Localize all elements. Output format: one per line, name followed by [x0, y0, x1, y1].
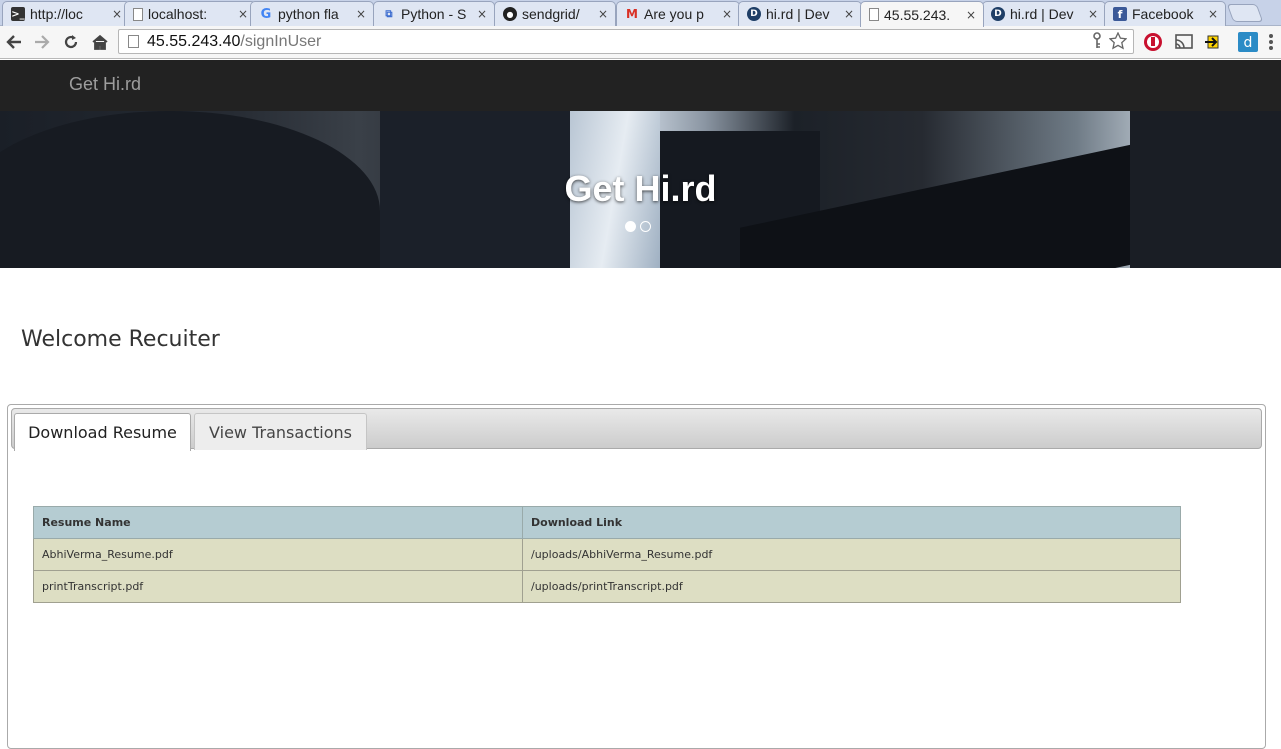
- browser-tab-title: 45.55.243.: [884, 6, 951, 23]
- table-row: printTranscript.pdf /uploads/printTransc…: [33, 570, 1181, 603]
- bookmark-star-icon[interactable]: [1108, 31, 1128, 54]
- close-icon[interactable]: ×: [597, 7, 609, 21]
- facebook-icon: f: [1113, 7, 1127, 21]
- stackoverflow-icon: ⧉: [385, 8, 393, 20]
- resume-name-cell: printTranscript.pdf: [33, 570, 523, 603]
- url-host: 45.55.243.40: [147, 32, 241, 50]
- google-icon: G: [260, 6, 272, 22]
- browser-tab[interactable]: G python fla ×: [250, 1, 374, 26]
- browser-tab[interactable]: f Facebook ×: [1104, 1, 1226, 26]
- devpost-icon: D: [991, 7, 1005, 21]
- browser-tab-title: hi.rd | Dev: [766, 6, 830, 22]
- table-row: AbhiVerma_Resume.pdf /uploads/AbhiVerma_…: [33, 538, 1181, 571]
- browser-tab-title: http://loc: [30, 6, 83, 22]
- signin-extension-icon[interactable]: [1204, 31, 1226, 53]
- gmail-icon: M: [626, 7, 638, 21]
- browser-tab[interactable]: ⧉ Python - S ×: [373, 1, 495, 26]
- page-icon: [128, 35, 139, 48]
- browser-tab-title: hi.rd | Dev: [1010, 6, 1074, 22]
- browser-tab-title: Are you p: [644, 6, 704, 22]
- close-icon[interactable]: ×: [237, 7, 249, 21]
- hero-title: Get Hi.rd: [564, 168, 717, 209]
- resume-name-cell: AbhiVerma_Resume.pdf: [33, 538, 523, 571]
- close-icon[interactable]: ×: [965, 8, 977, 22]
- close-icon[interactable]: ×: [721, 7, 733, 21]
- github-icon: ●: [503, 7, 517, 21]
- carousel-dot-1[interactable]: [625, 221, 636, 232]
- hero-carousel: Get Hi.rd: [0, 111, 1281, 268]
- column-header-download-link: Download Link: [522, 506, 1181, 539]
- tabs-header: Download Resume View Transactions: [11, 408, 1262, 451]
- browser-tab[interactable]: D hi.rd | Dev ×: [982, 1, 1106, 26]
- browser-tab-title: Python - S: [401, 6, 467, 22]
- table-header-row: Resume Name Download Link: [33, 506, 1181, 539]
- close-icon[interactable]: ×: [355, 7, 367, 21]
- tab-view-transactions[interactable]: View Transactions: [194, 413, 367, 450]
- tab-download-resume[interactable]: Download Resume: [14, 413, 191, 451]
- adblock-icon[interactable]: [1142, 31, 1164, 53]
- browser-tab-title: Facebook: [1132, 6, 1194, 22]
- browser-tab-active[interactable]: 45.55.243. ×: [860, 1, 984, 27]
- resume-table: Resume Name Download Link AbhiVerma_Resu…: [33, 506, 1181, 603]
- carousel-indicators: [625, 221, 651, 232]
- browser-tab[interactable]: M Are you p ×: [616, 1, 740, 26]
- browser-tab[interactable]: localhost: ×: [124, 1, 256, 26]
- download-link-cell[interactable]: /uploads/printTranscript.pdf: [522, 570, 1181, 603]
- close-icon[interactable]: ×: [1087, 7, 1099, 21]
- column-header-resume-name: Resume Name: [33, 506, 523, 539]
- page-icon: [869, 8, 879, 21]
- address-bar[interactable]: 45.55.243.40/signInUser: [118, 29, 1134, 54]
- delicious-d-icon[interactable]: d: [1237, 31, 1259, 53]
- terminal-icon: >_: [11, 7, 25, 21]
- carousel-dot-2[interactable]: [640, 221, 651, 232]
- browser-tab-title: localhost:: [148, 6, 208, 22]
- key-icon[interactable]: [1091, 32, 1103, 54]
- tabs-panel: Download Resume View Transactions Resume…: [7, 404, 1266, 749]
- devpost-icon: D: [747, 7, 761, 21]
- browser-toolbar: 45.55.243.40/signInUser d: [0, 26, 1281, 59]
- browser-tab-strip: >_ http://loc × localhost: × G python fl…: [0, 0, 1281, 27]
- close-icon[interactable]: ×: [111, 7, 123, 21]
- site-navbar: Get Hi.rd: [0, 60, 1281, 111]
- svg-text:d: d: [1244, 35, 1253, 51]
- download-link-cell[interactable]: /uploads/AbhiVerma_Resume.pdf: [522, 538, 1181, 571]
- menu-icon[interactable]: [1264, 31, 1278, 53]
- brand-link[interactable]: Get Hi.rd: [69, 74, 141, 95]
- browser-tab[interactable]: ● sendgrid/ ×: [494, 1, 616, 26]
- forward-icon[interactable]: [30, 30, 54, 54]
- close-icon[interactable]: ×: [843, 7, 855, 21]
- home-icon[interactable]: [88, 30, 112, 54]
- browser-tab-title: sendgrid/: [522, 6, 580, 22]
- welcome-heading: Welcome Recuiter: [21, 327, 220, 352]
- new-tab-button[interactable]: [1226, 4, 1264, 22]
- back-icon[interactable]: [2, 30, 26, 54]
- close-icon[interactable]: ×: [476, 7, 488, 21]
- url-path: /signInUser: [240, 32, 322, 50]
- close-icon[interactable]: ×: [1207, 7, 1219, 21]
- browser-tab[interactable]: >_ http://loc ×: [2, 1, 130, 26]
- browser-tab[interactable]: D hi.rd | Dev ×: [738, 1, 862, 26]
- browser-tab-title: python fla: [278, 6, 339, 22]
- cast-icon[interactable]: [1173, 31, 1195, 53]
- page-icon: [133, 7, 143, 21]
- reload-icon[interactable]: [59, 30, 83, 54]
